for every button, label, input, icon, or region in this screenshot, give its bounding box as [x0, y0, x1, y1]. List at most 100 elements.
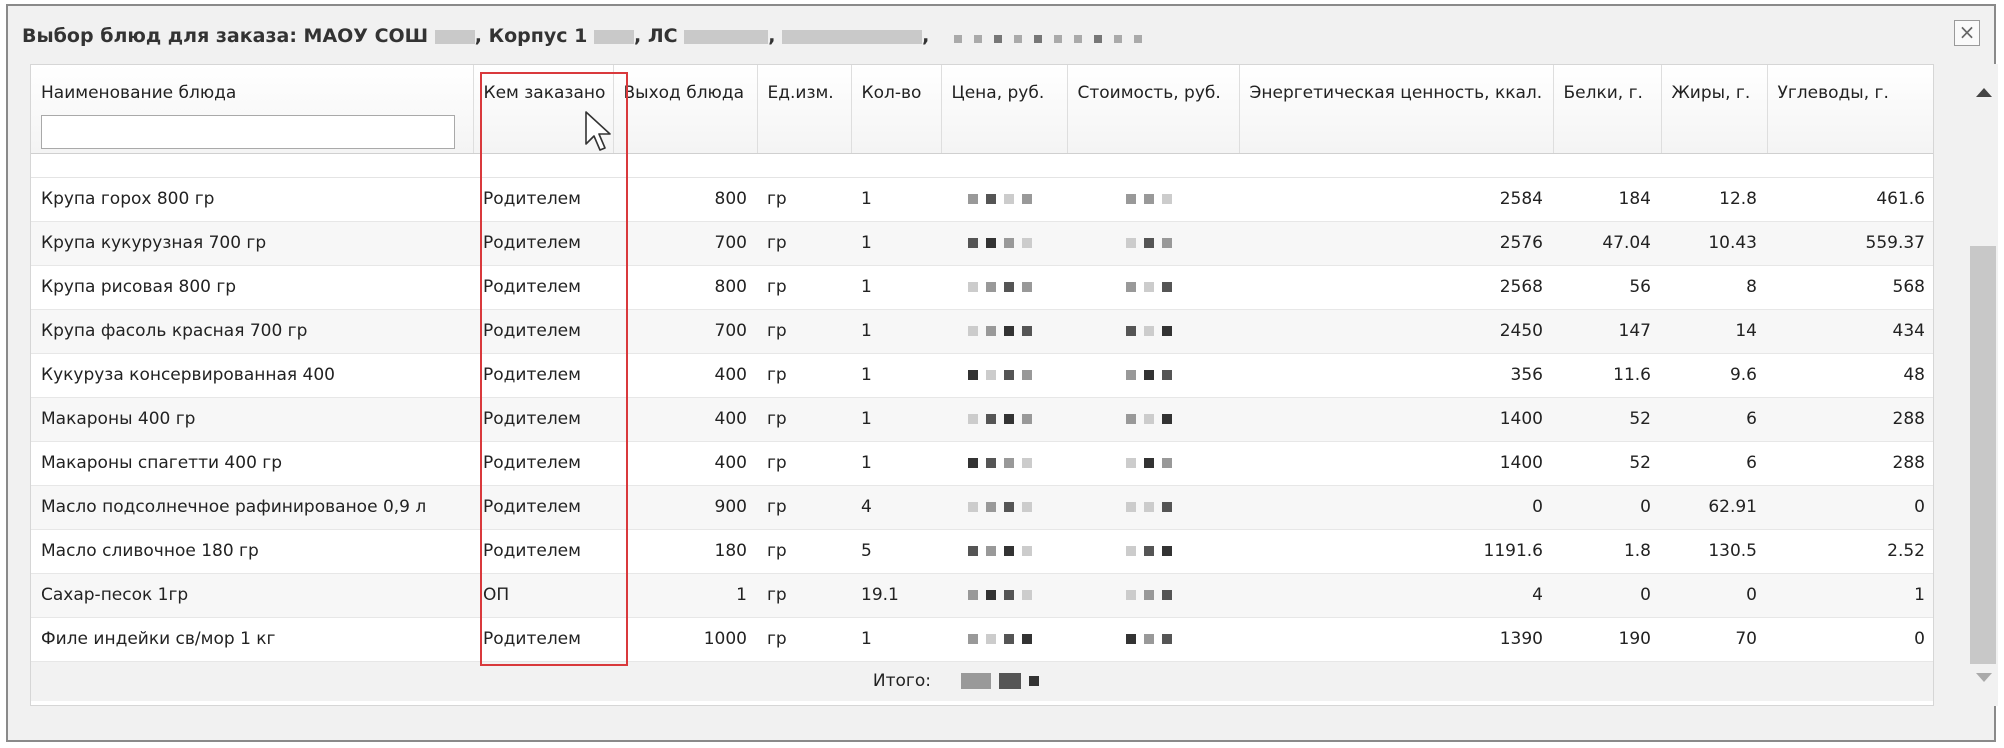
carbs-cell: 0: [1767, 485, 1933, 530]
protein-cell: 47.04: [1553, 221, 1661, 266]
qty-cell: 1: [851, 441, 941, 486]
qty-cell: 1: [851, 397, 941, 442]
energy-cell: 2576: [1239, 221, 1553, 266]
cost-redacted-cell: [1067, 397, 1239, 442]
table-row[interactable]: Филе индейки св/мор 1 кг Родителем 1000 гр 1…: [31, 617, 1933, 662]
qty-cell: 1: [851, 265, 941, 310]
name-filter-input[interactable]: [41, 115, 455, 149]
col-qty-header[interactable]: Кол-во: [851, 65, 942, 154]
price-redacted-cell: [941, 573, 1067, 618]
table-row[interactable]: Масло сливочное 180 гр Родителем 180 гр 5 119…: [31, 529, 1933, 574]
dishes-grid: Наименование блюда Кем заказано Выход бл…: [30, 64, 1934, 706]
unit-cell: гр: [757, 221, 851, 266]
table-row[interactable]: Крупа фасоль красная 700 гр Родителем 700 г…: [31, 309, 1933, 354]
energy-cell: 1400: [1239, 397, 1553, 442]
price-redacted-cell: [941, 485, 1067, 530]
energy-cell: 2450: [1239, 309, 1553, 354]
scroll-up-arrow-icon[interactable]: [1976, 88, 1992, 97]
dish-name-cell: Крупа кукурузная 700 гр: [31, 221, 473, 266]
yield-cell: 180: [613, 529, 757, 574]
carbs-cell: 1: [1767, 573, 1933, 618]
col-name-label: Наименование блюда: [41, 83, 237, 103]
yield-cell: 700: [613, 221, 757, 266]
price-redacted-cell: [941, 441, 1067, 486]
col-unit-header[interactable]: Ед.изм.: [757, 65, 852, 154]
col-cost-header[interactable]: Стоимость, руб.: [1067, 65, 1240, 154]
dish-name-cell: Масло сливочное 180 гр: [31, 529, 473, 574]
unit-cell: гр: [757, 573, 851, 618]
energy-cell: 0: [1239, 485, 1553, 530]
unit-cell: гр: [757, 397, 851, 442]
partial-row: [31, 153, 1933, 178]
fat-cell: 14: [1661, 309, 1767, 354]
table-row[interactable]: Макароны 400 гр Родителем 400 гр 1 1400 52 6 288: [31, 397, 1933, 442]
price-redacted-cell: [941, 309, 1067, 354]
unit-cell: гр: [757, 177, 851, 222]
energy-cell: 4: [1239, 573, 1553, 618]
ordered-by-cell: Родителем: [473, 617, 613, 662]
scroll-down-arrow-icon[interactable]: [1976, 673, 1992, 682]
table-row[interactable]: Сахар-песок 1гр ОП 1 гр 19.1 4 0 0 1: [31, 573, 1933, 618]
dish-name-cell: Крупа рисовая 800 гр: [31, 265, 473, 310]
unit-cell: гр: [757, 485, 851, 530]
col-yield-header[interactable]: Выход блюда: [613, 65, 758, 154]
redacted-building: [594, 29, 635, 44]
table-row[interactable]: Макароны спагетти 400 гр Родителем 400 гр 1 1…: [31, 441, 1933, 486]
dish-name-cell: Макароны спагетти 400 гр: [31, 441, 473, 486]
carbs-cell: 434: [1767, 309, 1933, 354]
col-fat-header[interactable]: Жиры, г.: [1661, 65, 1768, 154]
energy-cell: 2568: [1239, 265, 1553, 310]
dish-name-cell: Филе индейки св/мор 1 кг: [31, 617, 473, 662]
ordered-by-cell: Родителем: [473, 309, 613, 354]
ordered-by-cell: ОП: [473, 573, 613, 618]
fat-cell: 6: [1661, 441, 1767, 486]
protein-cell: 11.6: [1553, 353, 1661, 398]
qty-cell: 1: [851, 309, 941, 354]
dish-name-cell: Сахар-песок 1гр: [31, 573, 473, 618]
total-price-redacted: [941, 661, 1067, 701]
redacted-person: [782, 29, 923, 44]
scroll-thumb[interactable]: [1970, 246, 1996, 664]
close-button[interactable]: ×: [1954, 20, 1980, 46]
carbs-cell: 288: [1767, 397, 1933, 442]
yield-cell: 900: [613, 485, 757, 530]
col-name-header[interactable]: Наименование блюда: [31, 65, 474, 154]
unit-cell: гр: [757, 441, 851, 486]
unit-cell: гр: [757, 353, 851, 398]
carbs-cell: 48: [1767, 353, 1933, 398]
ordered-by-cell: Родителем: [473, 529, 613, 574]
col-energy-header[interactable]: Энергетическая ценность, ккал.: [1239, 65, 1554, 154]
cost-redacted-cell: [1067, 265, 1239, 310]
yield-cell: 1: [613, 573, 757, 618]
carbs-cell: 2.52: [1767, 529, 1933, 574]
yield-cell: 400: [613, 353, 757, 398]
unit-cell: гр: [757, 617, 851, 662]
table-row[interactable]: Кукуруза консервированная 400 Родителем 40…: [31, 353, 1933, 398]
yield-cell: 800: [613, 265, 757, 310]
col-price-header[interactable]: Цена, руб.: [941, 65, 1068, 154]
qty-cell: 1: [851, 177, 941, 222]
unit-cell: гр: [757, 529, 851, 574]
col-protein-header[interactable]: Белки, г.: [1553, 65, 1662, 154]
mouse-pointer-icon: [585, 111, 611, 151]
col-carbs-header[interactable]: Углеводы, г.: [1767, 65, 1933, 154]
ordered-by-cell: Родителем: [473, 177, 613, 222]
protein-cell: 190: [1553, 617, 1661, 662]
energy-cell: 2584: [1239, 177, 1553, 222]
price-redacted-cell: [941, 617, 1067, 662]
cost-redacted-cell: [1067, 617, 1239, 662]
table-row[interactable]: Крупа кукурузная 700 гр Родителем 700 гр 1 25…: [31, 221, 1933, 266]
table-row[interactable]: Крупа горох 800 гр Родителем 800 гр 1 2584 184…: [31, 177, 1933, 222]
cost-redacted-cell: [1067, 177, 1239, 222]
total-row: Итого:: [31, 661, 1933, 701]
unit-cell: гр: [757, 309, 851, 354]
table-row[interactable]: Крупа рисовая 800 гр Родителем 800 гр 1 2568 5…: [31, 265, 1933, 310]
protein-cell: 52: [1553, 441, 1661, 486]
energy-cell: 1400: [1239, 441, 1553, 486]
table-row[interactable]: Масло подсолнечное рафинированое 0,9 л Ро…: [31, 485, 1933, 530]
vertical-scrollbar[interactable]: [1968, 64, 1998, 706]
fat-cell: 12.8: [1661, 177, 1767, 222]
carbs-cell: 461.6: [1767, 177, 1933, 222]
dish-name-cell: Крупа горох 800 гр: [31, 177, 473, 222]
fat-cell: 9.6: [1661, 353, 1767, 398]
